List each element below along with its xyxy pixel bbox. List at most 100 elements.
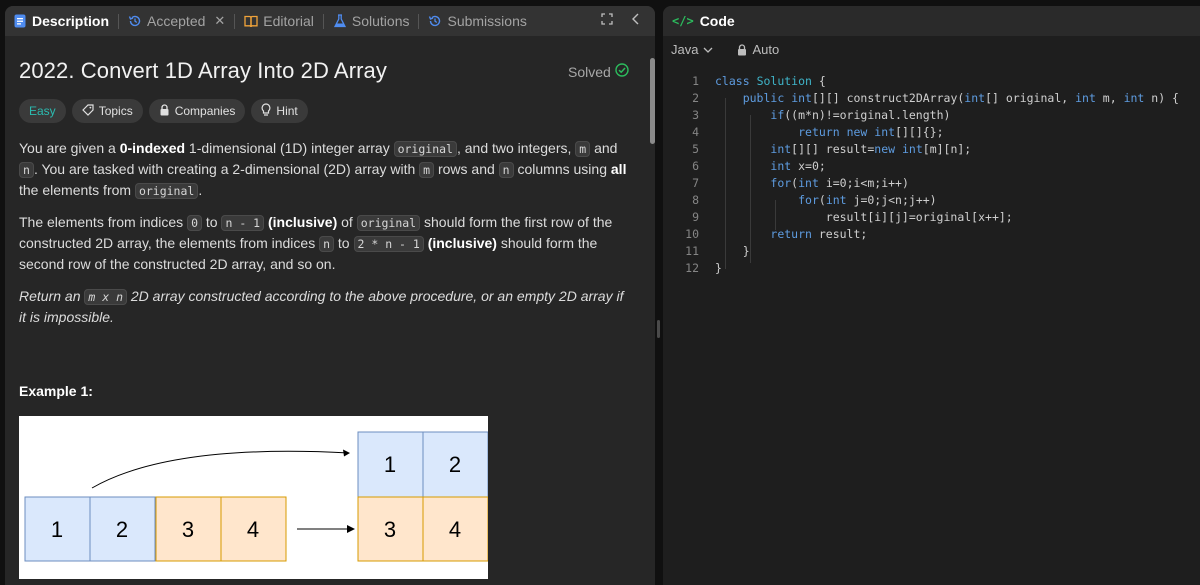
tab-description[interactable]: Description [13,6,109,36]
inline-code: n [498,162,514,178]
output-cell-value: 2 [449,452,461,477]
problem-title: 2022. Convert 1D Array Into 2D Array [19,58,387,83]
code-line: 8 for(int j=0;j<n;j++) [663,192,1200,209]
tab-solutions-label: Solutions [351,13,410,29]
inline-code: original [393,141,457,157]
arrow-head [347,525,355,533]
code-line: 7 for(int i=0;i<m;i++) [663,175,1200,192]
inline-code: n [319,236,335,252]
description-paragraph-3: Return an m x n 2D array constructed acc… [19,288,624,325]
inline-code: original [356,215,421,231]
tab-separator [418,13,420,29]
code-line: 12} [663,260,1200,277]
difficulty-chip: Easy [19,99,66,123]
line-number: 12 [685,261,699,275]
code-title: Code [699,13,735,29]
difficulty-label: Easy [29,104,56,118]
tab-submissions[interactable]: Submissions [428,6,527,36]
inline-code: m [419,162,435,178]
description-icon [13,14,27,28]
maximize-icon[interactable] [601,12,613,30]
lock-icon [159,103,170,119]
inline-code: m x n [84,289,127,305]
code-line: 1 class Solution { [663,73,1200,90]
lightbulb-icon [261,103,271,119]
code-panel: </> Code Java Auto 1 class Solution { 2 p… [663,6,1200,585]
tab-separator [234,13,236,29]
code-line: 9 result[i][j]=original[x++]; [663,209,1200,226]
output-cell-value: 1 [384,452,396,477]
code-toolbar: Java Auto [671,42,779,57]
line-number: 8 [692,193,699,207]
code-line: 10 return result; [663,226,1200,243]
tab-submissions-label: Submissions [447,13,527,29]
code-line: 6 int x=0; [663,158,1200,175]
language-select[interactable]: Java [671,42,713,57]
input-cell-value: 4 [247,517,259,542]
line-number: 9 [692,210,699,224]
code-line: 11 } [663,243,1200,260]
input-cell-value: 2 [116,517,128,542]
collapse-left-icon[interactable] [631,12,639,30]
companies-chip[interactable]: Companies [148,99,246,123]
hint-label: Hint [276,104,298,118]
line-number: 3 [692,108,699,122]
inline-code: n - 1 [221,215,265,231]
inline-code: original [134,183,199,199]
book-icon [244,14,258,28]
inline-code: 0 [187,215,203,231]
example-diagram-svg: 1 2 3 4 1 2 3 4 [24,431,489,562]
code-line: 5 int[][] result=new int[m][n]; [663,141,1200,158]
inline-code: m [575,141,591,157]
emphasis-text: (inclusive) [268,214,338,230]
tab-accepted[interactable]: Accepted ✕ [128,6,225,36]
check-circle-icon [615,63,629,80]
description-paragraph-1: You are given a 0-indexed 1-dimensional … [19,140,627,199]
problem-tags: Easy Topics Companies Hint [19,99,308,123]
hint-chip[interactable]: Hint [251,99,308,123]
autocomplete-mode[interactable]: Auto [737,42,779,57]
panel-resize-handle[interactable] [657,320,660,338]
description-panel: Description Accepted ✕ Editorial Solutio… [5,6,655,585]
code-header: </> Code [663,6,1200,36]
description-tabbar: Description Accepted ✕ Editorial Solutio… [5,6,655,36]
tab-accepted-label: Accepted [147,13,206,29]
inline-code: 2 * n - 1 [353,236,424,252]
lock-icon [737,43,747,56]
example-diagram: 1 2 3 4 1 2 3 4 [19,416,489,579]
topics-label: Topics [98,104,133,118]
line-number: 7 [692,176,699,190]
history-icon [428,14,442,28]
tab-solutions[interactable]: Solutions [333,6,410,36]
flask-icon [333,14,347,28]
mode-label: Auto [752,42,780,57]
code-editor[interactable]: 1 class Solution { 2 public int[][] const… [663,73,1200,277]
line-number: 6 [692,159,699,173]
tab-description-label: Description [32,13,110,29]
emphasis-text: 0-indexed [119,140,186,156]
inline-code: n [19,162,34,178]
history-icon [128,14,142,28]
code-line: 4 return new int[][]{}; [663,124,1200,141]
solved-badge: Solved [568,63,629,80]
line-number: 10 [685,227,699,241]
line-number: 11 [685,244,699,258]
emphasis-text: (inclusive) [427,235,497,251]
code-line: 2 public int[][] construct2DArray(int[] … [663,90,1200,107]
emphasis-text: all [610,161,627,177]
solved-label: Solved [568,63,611,80]
topics-chip[interactable]: Topics [71,99,143,123]
line-number: 2 [692,91,699,105]
panel-actions [601,6,639,36]
example-title: Example 1: [19,383,93,399]
tab-editorial-label: Editorial [263,13,314,29]
tab-editorial[interactable]: Editorial [244,6,314,36]
code-icon: </> [672,14,694,28]
tag-icon [81,103,94,119]
output-cell-value: 3 [384,517,396,542]
close-icon[interactable]: ✕ [214,13,225,29]
language-label: Java [671,42,699,57]
description-scrollbar[interactable] [650,58,655,144]
code-line: 3 if((m*n)!=original.length) [663,107,1200,124]
output-cell-value: 4 [449,517,461,542]
